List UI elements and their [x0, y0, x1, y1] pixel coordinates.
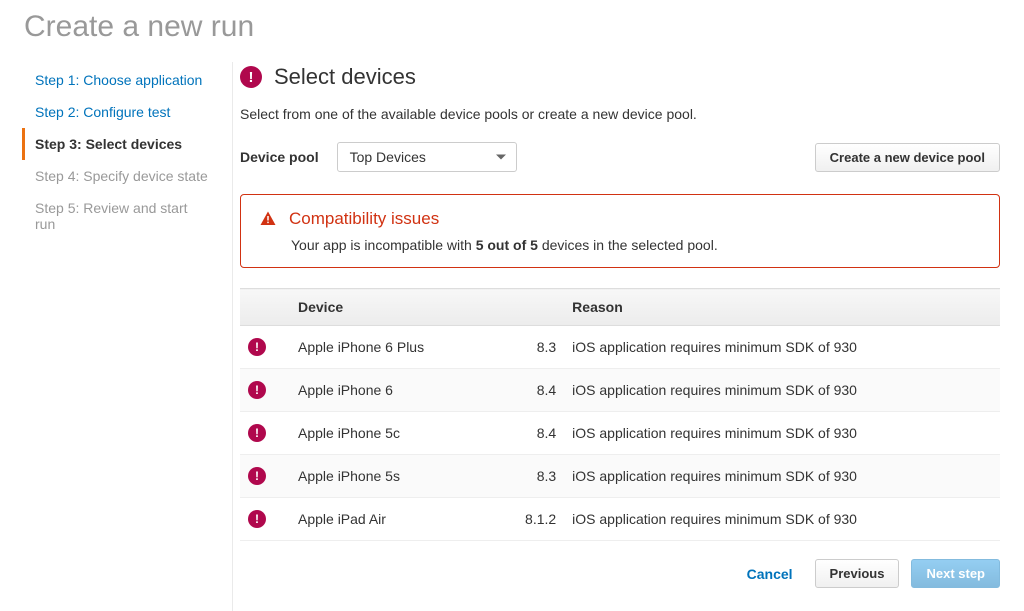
- device-pool-label: Device pool: [240, 149, 319, 165]
- step-choose-application[interactable]: Step 1: Choose application: [22, 64, 210, 96]
- col-version: [496, 289, 564, 326]
- warning-icon: [259, 210, 277, 228]
- error-icon: !: [248, 467, 266, 485]
- alert-body: Your app is incompatible with 5 out of 5…: [259, 237, 981, 253]
- step-specify-device-state: Step 4: Specify device state: [22, 160, 210, 192]
- create-device-pool-button[interactable]: Create a new device pool: [815, 143, 1000, 172]
- device-version: 8.3: [496, 326, 564, 369]
- device-name: Apple iPhone 6: [290, 369, 496, 412]
- incompat-reason: iOS application requires minimum SDK of …: [564, 412, 1000, 455]
- incompat-reason: iOS application requires minimum SDK of …: [564, 498, 1000, 541]
- step-select-devices[interactable]: Step 3: Select devices: [22, 128, 210, 160]
- error-icon: !: [248, 381, 266, 399]
- device-table: Device Reason !Apple iPhone 6 Plus8.3iOS…: [240, 288, 1000, 541]
- error-icon: !: [248, 424, 266, 442]
- step-review-start: Step 5: Review and start run: [22, 192, 210, 240]
- cancel-button[interactable]: Cancel: [737, 560, 803, 588]
- device-name: Apple iPad Air: [290, 498, 496, 541]
- section-description: Select from one of the available device …: [240, 106, 1000, 122]
- main-panel: ! Select devices Select from one of the …: [210, 56, 1024, 588]
- device-version: 8.4: [496, 369, 564, 412]
- device-name: Apple iPhone 5c: [290, 412, 496, 455]
- section-heading: Select devices: [274, 64, 416, 90]
- step-configure-test[interactable]: Step 2: Configure test: [22, 96, 210, 128]
- col-device: Device: [290, 289, 496, 326]
- next-step-button[interactable]: Next step: [911, 559, 1000, 588]
- col-status: [240, 289, 290, 326]
- error-icon: !: [240, 66, 262, 88]
- table-row: ! Apple iPhone 68.4iOS application requir…: [240, 369, 1000, 412]
- table-row: ! Apple iPhone 5s8.3iOS application requi…: [240, 455, 1000, 498]
- incompat-reason: iOS application requires minimum SDK of …: [564, 455, 1000, 498]
- alert-body-count: 5 out of 5: [476, 237, 538, 253]
- wizard-steps: Step 1: Choose application Step 2: Confi…: [0, 56, 210, 588]
- incompat-reason: iOS application requires minimum SDK of …: [564, 326, 1000, 369]
- incompat-reason: iOS application requires minimum SDK of …: [564, 369, 1000, 412]
- col-reason: Reason: [564, 289, 1000, 326]
- device-version: 8.4: [496, 412, 564, 455]
- page-title: Create a new run: [0, 0, 1024, 56]
- device-version: 8.3: [496, 455, 564, 498]
- wizard-footer: Cancel Previous Next step: [240, 541, 1000, 588]
- device-name: Apple iPhone 5s: [290, 455, 496, 498]
- table-row: ! Apple iPhone 6 Plus8.3iOS application r…: [240, 326, 1000, 369]
- error-icon: !: [248, 338, 266, 356]
- device-pool-select[interactable]: Top Devices: [337, 142, 517, 172]
- compatibility-alert: Compatibility issues Your app is incompa…: [240, 194, 1000, 268]
- device-version: 8.1.2: [496, 498, 564, 541]
- error-icon: !: [248, 510, 266, 528]
- alert-body-prefix: Your app is incompatible with: [291, 237, 476, 253]
- alert-title: Compatibility issues: [289, 209, 439, 229]
- table-row: ! Apple iPad Air8.1.2iOS application requ…: [240, 498, 1000, 541]
- previous-button[interactable]: Previous: [815, 559, 900, 588]
- table-row: ! Apple iPhone 5c8.4iOS application requi…: [240, 412, 1000, 455]
- device-name: Apple iPhone 6 Plus: [290, 326, 496, 369]
- alert-body-suffix: devices in the selected pool.: [538, 237, 718, 253]
